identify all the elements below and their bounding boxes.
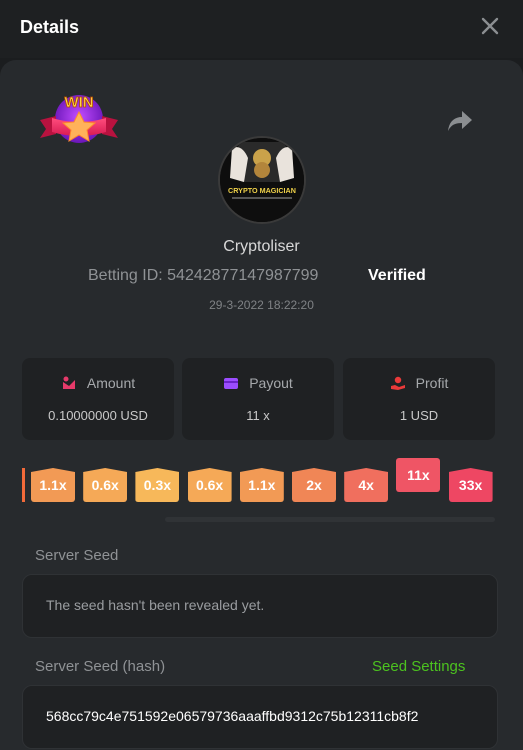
- multiplier-strip-edge: [22, 468, 25, 502]
- profit-label: Profit: [415, 375, 449, 391]
- magician-avatar-icon: CRYPTO MAGICIAN: [220, 138, 304, 222]
- payout-label-row: Payout: [182, 375, 334, 391]
- seed-settings-link[interactable]: Seed Settings: [372, 658, 465, 675]
- profit-label-row: Profit: [343, 375, 495, 391]
- server-seed-label: Server Seed: [35, 547, 119, 564]
- amount-value: 0.10000000 USD: [48, 408, 148, 423]
- win-badge-text: WIN: [64, 94, 93, 111]
- multiplier-8: 33x: [448, 468, 493, 502]
- avatar: CRYPTO MAGICIAN: [218, 136, 306, 224]
- payout-label: Payout: [249, 375, 293, 391]
- multiplier-5: 2x: [292, 468, 336, 502]
- amount-label-row: Amount: [22, 375, 174, 391]
- server-seed-hash-field[interactable]: 568cc79c4e751592e06579736aaaffbd9312c75b…: [22, 685, 498, 749]
- profit-value: 1 USD: [399, 408, 439, 423]
- username: Cryptoliser: [223, 238, 300, 255]
- bet-chip-icon: [62, 376, 75, 389]
- wallet-icon: [224, 378, 239, 389]
- payout-card: Payout 11 x: [182, 358, 334, 440]
- verified-status: Verified: [368, 267, 426, 284]
- multiplier-3: 0.6x: [187, 468, 232, 502]
- server-seed-hash-label: Server Seed (hash): [35, 658, 166, 675]
- server-seed-field: The seed hasn't been revealed yet.: [22, 574, 498, 638]
- multiplier-2: 0.3x: [135, 468, 180, 502]
- betting-id: Betting ID: 54242877147987799: [88, 267, 319, 284]
- close-icon[interactable]: [479, 15, 501, 37]
- multiplier-scrollbar[interactable]: [165, 517, 495, 522]
- dialog-title: Details: [20, 17, 80, 37]
- server-seed-value: The seed hasn't been revealed yet.: [46, 597, 265, 613]
- dialog-header: Details: [0, 0, 523, 58]
- multiplier-strip[interactable]: 1.1x 0.6x 0.3x 0.6x 1.1x 2x 4x 11x 33x: [22, 458, 497, 518]
- amount-card: Amount 0.10000000 USD: [22, 358, 174, 440]
- avatar-caption: CRYPTO MAGICIAN: [228, 186, 296, 195]
- hand-coin-icon: [390, 376, 405, 390]
- amount-label: Amount: [86, 375, 136, 391]
- multiplier-1: 0.6x: [83, 468, 128, 502]
- multiplier-7: 11x: [396, 458, 441, 492]
- win-badge-icon: WIN: [40, 94, 118, 143]
- payout-value: 11 x: [246, 408, 270, 423]
- multiplier-6: 4x: [344, 468, 389, 502]
- server-seed-hash-value: 568cc79c4e751592e06579736aaaffbd9312c75b…: [46, 708, 419, 724]
- profit-card: Profit 1 USD: [343, 358, 495, 440]
- share-icon[interactable]: [446, 108, 474, 134]
- bet-datetime: 29-3-2022 18:22:20: [209, 298, 314, 312]
- multiplier-0: 1.1x: [31, 468, 75, 502]
- multiplier-4: 1.1x: [239, 468, 284, 502]
